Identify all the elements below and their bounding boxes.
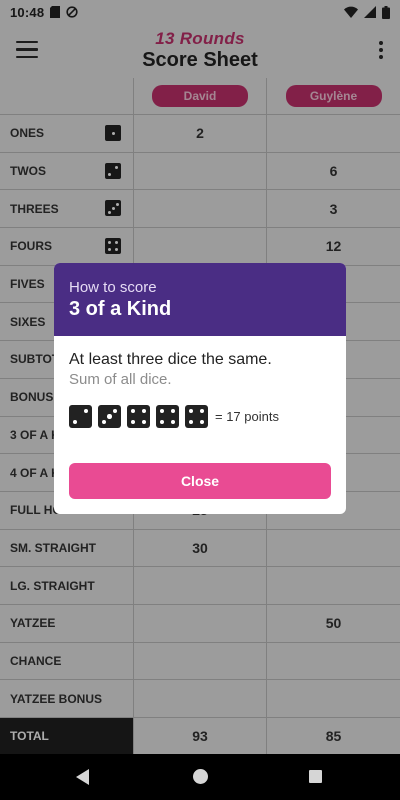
navigation-bar [0,754,400,800]
die-icon [156,405,179,428]
dialog-description: At least three dice the same. [69,351,272,368]
die-icon [185,405,208,428]
home-icon[interactable] [193,769,208,784]
die-icon [127,405,150,428]
dialog-header: How to score 3 of a Kind [54,263,346,336]
example-dice-row: = 17 points [69,405,331,428]
how-to-score-dialog: How to score 3 of a Kind At least three … [54,263,346,514]
dialog-body: At least three dice the same. Sum of all… [54,336,346,428]
points-text: = 17 points [215,409,279,424]
recents-icon[interactable] [309,770,322,783]
dialog-subdescription: Sum of all dice. [69,371,172,388]
die-icon [98,405,121,428]
dialog-title: 3 of a Kind [69,298,172,320]
die-icon [69,405,92,428]
dialog-subtitle: How to score [69,279,157,296]
back-icon[interactable] [76,769,89,785]
close-button[interactable]: Close [69,463,331,499]
